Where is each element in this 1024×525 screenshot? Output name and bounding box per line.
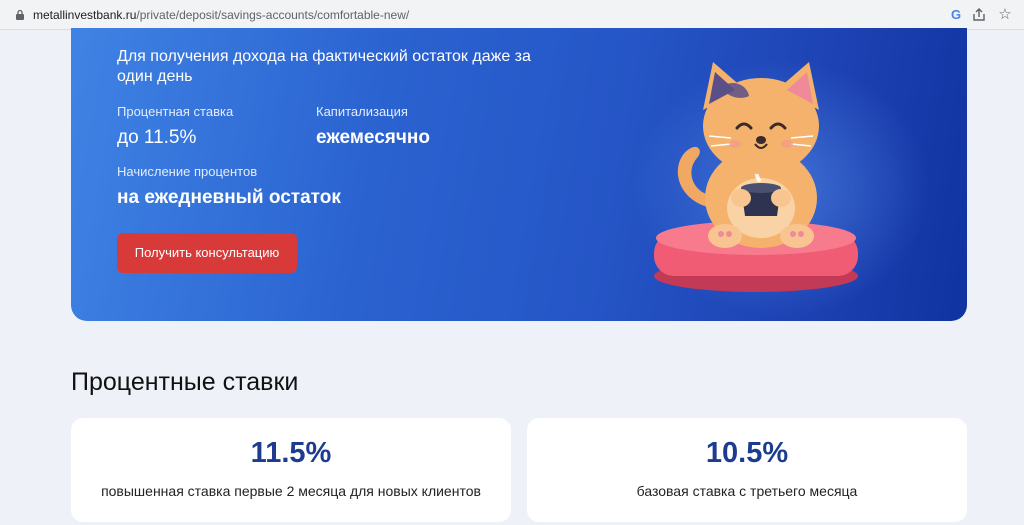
rate-value: до 11.5% <box>117 127 197 148</box>
url-field[interactable]: metallinvestbank.ru/private/deposit/savi… <box>33 8 409 22</box>
hero-banner: Для получения дохода на фактический оста… <box>71 28 967 321</box>
star-icon[interactable]: ☆ <box>997 7 1013 23</box>
google-icon[interactable]: G <box>948 7 964 23</box>
rate-card: 11.5% повышенная ставка первые 2 месяца … <box>71 418 511 522</box>
capitalization-label: Капитализация <box>316 104 408 119</box>
accrual-label: Начисление процентов <box>117 164 258 179</box>
browser-address-bar: metallinvestbank.ru/private/deposit/savi… <box>0 0 1024 30</box>
get-consultation-button[interactable]: Получить консультацию <box>117 233 297 273</box>
lock-icon <box>16 9 24 20</box>
cat-illustration <box>654 62 858 292</box>
url-host: metallinvestbank.ru <box>33 8 137 22</box>
rate-card: 10.5% базовая ставка с третьего месяца <box>527 418 967 522</box>
rate-card-description: повышенная ставка первые 2 месяца для но… <box>101 483 481 499</box>
rate-card-value: 10.5% <box>705 437 789 469</box>
hero-title: Для получения дохода на фактический оста… <box>117 48 531 85</box>
rate-card-description: базовая ставка с третьего месяца <box>636 483 858 499</box>
share-icon[interactable] <box>971 7 987 23</box>
rate-label: Процентная ставка <box>117 104 234 119</box>
rates-section-title: Процентные ставки <box>71 368 299 396</box>
rate-card-value: 11.5% <box>250 437 332 469</box>
capitalization-value: ежемесячно <box>316 127 430 148</box>
accrual-value: на ежедневный остаток <box>117 187 341 208</box>
url-path: /private/deposit/savings-accounts/comfor… <box>136 8 410 22</box>
